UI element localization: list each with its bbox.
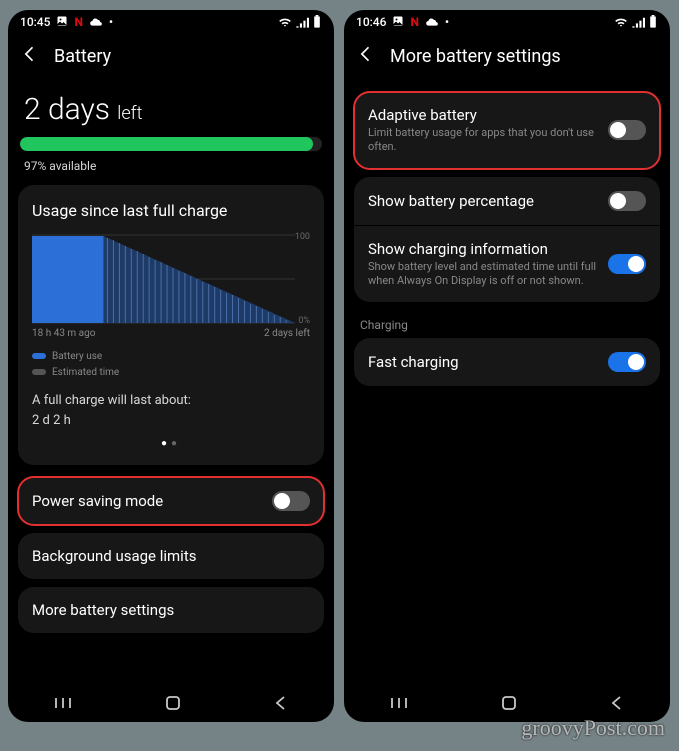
netflix-icon: N [410, 15, 418, 29]
background-usage-limits-row[interactable]: Background usage limits [18, 533, 324, 579]
status-bar: 10:46 N • [344, 10, 670, 34]
header: Battery [8, 34, 334, 74]
usage-card: Usage since last full charge 100 0% [18, 185, 324, 465]
battery-icon [648, 15, 658, 29]
adaptive-battery-desc: Limit battery usage for apps that you do… [368, 126, 598, 155]
status-bar: 10:45 N • [8, 10, 334, 34]
netflix-icon: N [74, 15, 82, 29]
more-icon: • [445, 15, 449, 29]
adaptive-battery-toggle[interactable] [608, 120, 646, 140]
home-icon[interactable] [500, 694, 518, 712]
wifi-icon [278, 16, 292, 28]
fast-charging-row[interactable]: Fast charging [354, 338, 660, 386]
battery-percentage-text: 97% available [18, 157, 324, 185]
home-icon[interactable] [164, 694, 182, 712]
page-indicator[interactable]: ●● [32, 430, 310, 451]
page-title: Battery [54, 46, 111, 67]
battery-display-card: Show battery percentage Show charging in… [354, 177, 660, 303]
more-icon: • [109, 15, 113, 29]
adaptive-battery-label: Adaptive battery [368, 106, 598, 124]
android-nav-bar [8, 684, 334, 722]
page-title: More battery settings [390, 46, 561, 67]
cloud-icon [425, 15, 439, 29]
show-charging-info-row[interactable]: Show charging information Show battery l… [354, 225, 660, 303]
power-saving-mode-row[interactable]: Power saving mode [18, 477, 324, 525]
battery-usage-chart[interactable]: 100 0% [32, 234, 310, 324]
signal-icon [295, 16, 309, 28]
chart-legend: Battery use Estimated time [32, 349, 310, 381]
chart-x-left: 18 h 43 m ago [32, 328, 95, 339]
battery-progress-bar [20, 137, 322, 151]
fast-charging-toggle[interactable] [608, 352, 646, 372]
show-percentage-row[interactable]: Show battery percentage [354, 177, 660, 225]
cloud-icon [89, 15, 103, 29]
phone-battery-screen: 10:45 N • Battery [8, 10, 334, 722]
battery-estimate: 2 days left [18, 74, 324, 129]
power-saving-toggle[interactable] [272, 491, 310, 511]
battery-progress-fill [20, 137, 313, 151]
signal-icon [631, 16, 645, 28]
watermark: groovyPost.com [521, 715, 665, 741]
header: More battery settings [344, 34, 670, 74]
power-saving-label: Power saving mode [32, 492, 163, 510]
charging-section-label: Charging [354, 312, 660, 338]
back-nav-icon[interactable] [609, 695, 625, 711]
show-charging-info-toggle[interactable] [608, 254, 646, 274]
usage-card-title: Usage since last full charge [32, 201, 310, 220]
show-percentage-toggle[interactable] [608, 191, 646, 211]
wifi-icon [614, 16, 628, 28]
recents-icon[interactable] [389, 695, 409, 711]
status-time: 10:46 [356, 15, 386, 29]
photo-icon [392, 15, 404, 30]
phone-more-battery-settings-screen: 10:46 N • More battery setting [344, 10, 670, 722]
chart-x-right: 2 days left [264, 328, 310, 339]
more-battery-settings-row[interactable]: More battery settings [18, 587, 324, 633]
back-icon[interactable] [20, 44, 40, 68]
back-nav-icon[interactable] [273, 695, 289, 711]
full-charge-estimate: A full charge will last about: 2 d 2 h [32, 391, 310, 430]
back-icon[interactable] [356, 44, 376, 68]
adaptive-battery-row[interactable]: Adaptive battery Limit battery usage for… [354, 92, 660, 169]
battery-icon [312, 15, 322, 29]
recents-icon[interactable] [53, 695, 73, 711]
photo-icon [56, 15, 68, 30]
status-time: 10:45 [20, 15, 50, 29]
